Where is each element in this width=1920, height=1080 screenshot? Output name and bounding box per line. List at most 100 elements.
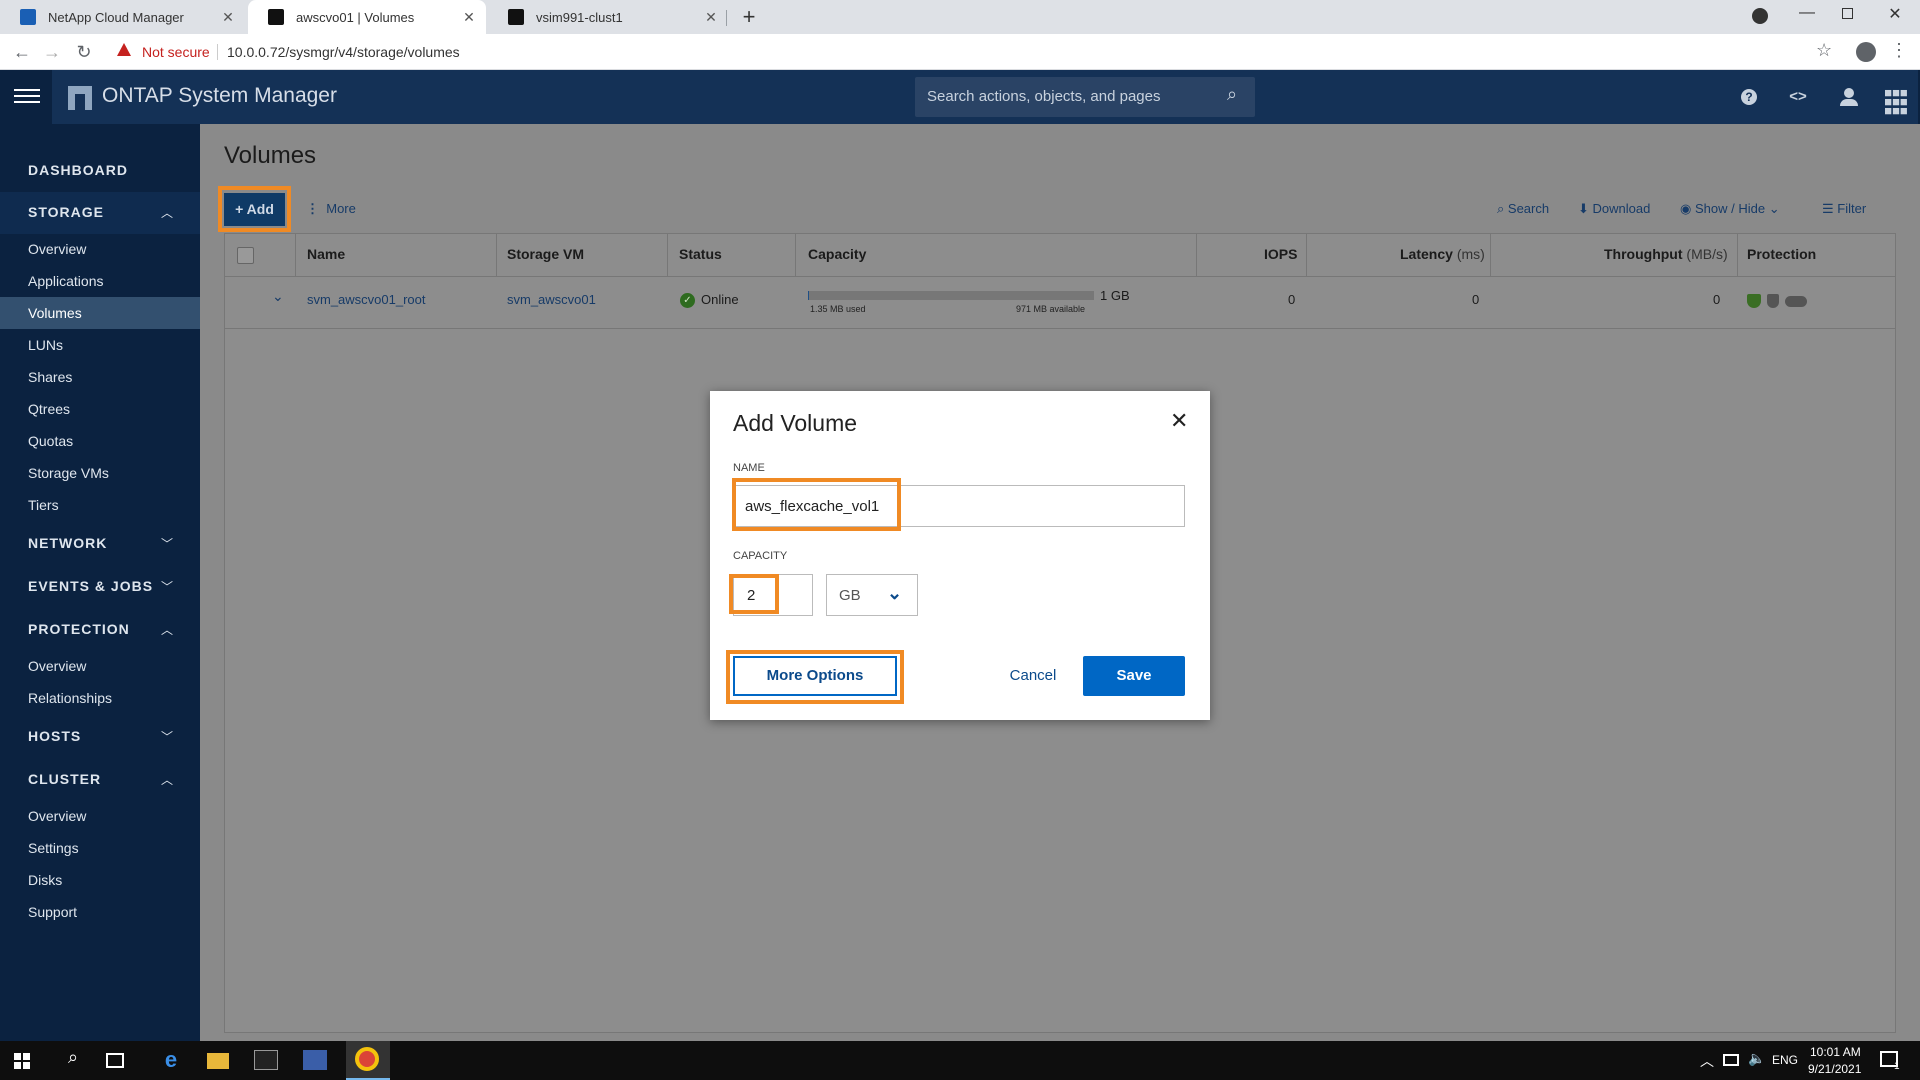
- url-field[interactable]: 10.0.0.72/sysmgr/v4/storage/volumes: [227, 44, 460, 60]
- sidebar-item-qtrees[interactable]: Qtrees: [28, 401, 70, 417]
- search-icon[interactable]: ⌕: [60, 1047, 86, 1073]
- add-button[interactable]: + Add: [224, 193, 285, 226]
- restore-icon[interactable]: [1842, 8, 1853, 19]
- back-arrow-icon[interactable]: ←: [10, 40, 34, 64]
- chrome-icon[interactable]: [355, 1047, 379, 1071]
- windows-start-icon[interactable]: [14, 1053, 30, 1069]
- network-icon[interactable]: [1723, 1054, 1739, 1066]
- filter-button[interactable]: ☰ Filter: [1822, 201, 1866, 217]
- sidebar-section-hosts[interactable]: HOSTS: [28, 728, 81, 744]
- chevron-up-icon[interactable]: ︿: [160, 204, 174, 220]
- global-search-input[interactable]: Search actions, objects, and pages ⌕: [915, 77, 1255, 117]
- close-icon[interactable]: ✕: [1170, 408, 1188, 434]
- sidebar-item-relationships[interactable]: Relationships: [28, 690, 112, 706]
- language-indicator[interactable]: ENG: [1772, 1053, 1798, 1067]
- code-icon[interactable]: <>: [1785, 84, 1811, 110]
- chevron-down-icon[interactable]: ﹀: [160, 728, 174, 744]
- hamburger-menu-icon[interactable]: [14, 86, 40, 108]
- security-status-label[interactable]: Not secure: [142, 44, 210, 60]
- sidebar-item-settings[interactable]: Settings: [28, 840, 79, 856]
- cancel-button[interactable]: Cancel: [988, 656, 1078, 696]
- clock-date[interactable]: 9/21/2021: [1808, 1062, 1861, 1076]
- sidebar-item-storage-vms[interactable]: Storage VMs: [28, 465, 109, 481]
- column-header-throughput[interactable]: Throughput (MB/s): [1604, 246, 1728, 262]
- sidebar-section-protection[interactable]: PROTECTION: [28, 621, 130, 637]
- browser-tab-volumes[interactable]: awscvo01 | Volumes ✕: [248, 0, 486, 34]
- user-icon[interactable]: [1836, 84, 1862, 110]
- chevron-up-icon[interactable]: ︿: [160, 621, 174, 637]
- sidebar-item-applications[interactable]: Applications: [28, 273, 104, 289]
- volume-muted-icon[interactable]: 🔈: [1748, 1050, 1765, 1067]
- new-tab-icon[interactable]: +: [738, 4, 760, 30]
- browser-tab-vsim[interactable]: vsim991-clust1 ✕: [488, 0, 728, 34]
- column-header-protection[interactable]: Protection: [1747, 246, 1816, 262]
- save-button[interactable]: Save: [1083, 656, 1185, 696]
- select-all-checkbox[interactable]: [237, 247, 254, 264]
- storage-vm-link[interactable]: svm_awscvo01: [507, 292, 596, 307]
- remote-desktop-icon[interactable]: [303, 1050, 327, 1070]
- volume-name-link[interactable]: svm_awscvo01_root: [307, 292, 426, 307]
- capacity-total: 1 GB: [1100, 288, 1130, 303]
- file-explorer-icon[interactable]: [207, 1053, 229, 1069]
- profile-icon[interactable]: [1856, 42, 1876, 62]
- column-header-storage-vm[interactable]: Storage VM: [507, 246, 584, 262]
- sidebar-item-luns[interactable]: LUNs: [28, 337, 63, 353]
- sidebar-item-protection-overview[interactable]: Overview: [28, 658, 86, 674]
- minimize-icon[interactable]: —: [1796, 4, 1818, 28]
- clock-time[interactable]: 10:01 AM: [1810, 1045, 1861, 1059]
- column-divider: [1737, 233, 1738, 277]
- sidebar-section-storage[interactable]: STORAGE: [28, 204, 104, 220]
- sidebar-item-dashboard[interactable]: DASHBOARD: [28, 162, 128, 178]
- sidebar-item-disks[interactable]: Disks: [28, 872, 62, 888]
- app-grid-icon[interactable]: ■■■ ■■■ ■■■: [1883, 84, 1909, 117]
- bookmark-star-icon[interactable]: ☆: [1816, 40, 1832, 61]
- sidebar-item-tiers[interactable]: Tiers: [28, 497, 59, 513]
- ie-browser-icon[interactable]: e: [158, 1047, 184, 1073]
- chevron-down-icon[interactable]: ﹀: [160, 578, 174, 594]
- tray-chevron-up-icon[interactable]: ︿: [1700, 1051, 1714, 1071]
- sidebar-item-support[interactable]: Support: [28, 904, 77, 920]
- download-label: Download: [1592, 201, 1651, 216]
- sidebar-item-quotas[interactable]: Quotas: [28, 433, 73, 449]
- browser-menu-icon[interactable]: ⋮: [1890, 40, 1908, 61]
- sidebar-section-network[interactable]: NETWORK: [28, 535, 107, 551]
- column-header-iops[interactable]: IOPS: [1264, 246, 1297, 262]
- column-header-capacity[interactable]: Capacity: [808, 246, 866, 262]
- more-button[interactable]: ⋮ More: [306, 201, 356, 217]
- close-icon[interactable]: ✕: [460, 8, 478, 26]
- sidebar-section-events[interactable]: EVENTS & JOBS: [28, 578, 153, 594]
- column-header-latency[interactable]: Latency (ms): [1400, 246, 1485, 262]
- sidebar-item-cluster-overview[interactable]: Overview: [28, 808, 86, 824]
- close-icon[interactable]: ✕: [702, 8, 720, 26]
- close-icon[interactable]: ✕: [219, 8, 237, 26]
- unit-select[interactable]: GB ⌄: [826, 574, 918, 616]
- column-header-status[interactable]: Status: [679, 246, 722, 262]
- expand-row-chevron-icon[interactable]: ⌄: [272, 288, 284, 305]
- sidebar-item-shares[interactable]: Shares: [28, 369, 72, 385]
- reload-icon[interactable]: ↻: [72, 40, 96, 64]
- window-close-icon[interactable]: ✕: [1884, 4, 1906, 28]
- search-label: Search: [1507, 201, 1550, 216]
- terminal-icon[interactable]: [254, 1050, 278, 1070]
- search-button[interactable]: ⌕ Search: [1497, 201, 1549, 217]
- app-header: ONTAP System Manager Search actions, obj…: [0, 70, 1920, 124]
- tab-search-icon[interactable]: [1752, 8, 1768, 24]
- download-button[interactable]: ⬇ Download: [1578, 201, 1650, 217]
- sidebar-section-cluster[interactable]: CLUSTER: [28, 771, 101, 787]
- help-icon[interactable]: ?: [1736, 84, 1762, 110]
- show-hide-button[interactable]: ◉ Show / Hide ⌄: [1680, 201, 1780, 217]
- forward-arrow-icon[interactable]: →: [40, 40, 64, 64]
- column-header-name[interactable]: Name: [307, 246, 345, 262]
- online-check-icon: ✓: [680, 293, 695, 308]
- throughput-value: 0: [1713, 292, 1721, 307]
- sidebar-item-volumes[interactable]: Volumes: [28, 305, 82, 321]
- windows-taskbar: ⌕ e ︿ 🔈 ENG 10:01 AM 9/21/2021 1: [0, 1041, 1920, 1080]
- chevron-up-icon[interactable]: ︿: [160, 771, 174, 787]
- more-options-button[interactable]: More Options: [733, 656, 897, 696]
- sidebar-item-overview[interactable]: Overview: [28, 241, 86, 257]
- column-divider: [1196, 233, 1197, 277]
- protection-shield-icon: [1767, 294, 1779, 308]
- browser-tab-cloud-manager[interactable]: NetApp Cloud Manager ✕: [0, 0, 245, 34]
- task-view-icon[interactable]: [106, 1053, 124, 1068]
- chevron-down-icon[interactable]: ﹀: [160, 535, 174, 551]
